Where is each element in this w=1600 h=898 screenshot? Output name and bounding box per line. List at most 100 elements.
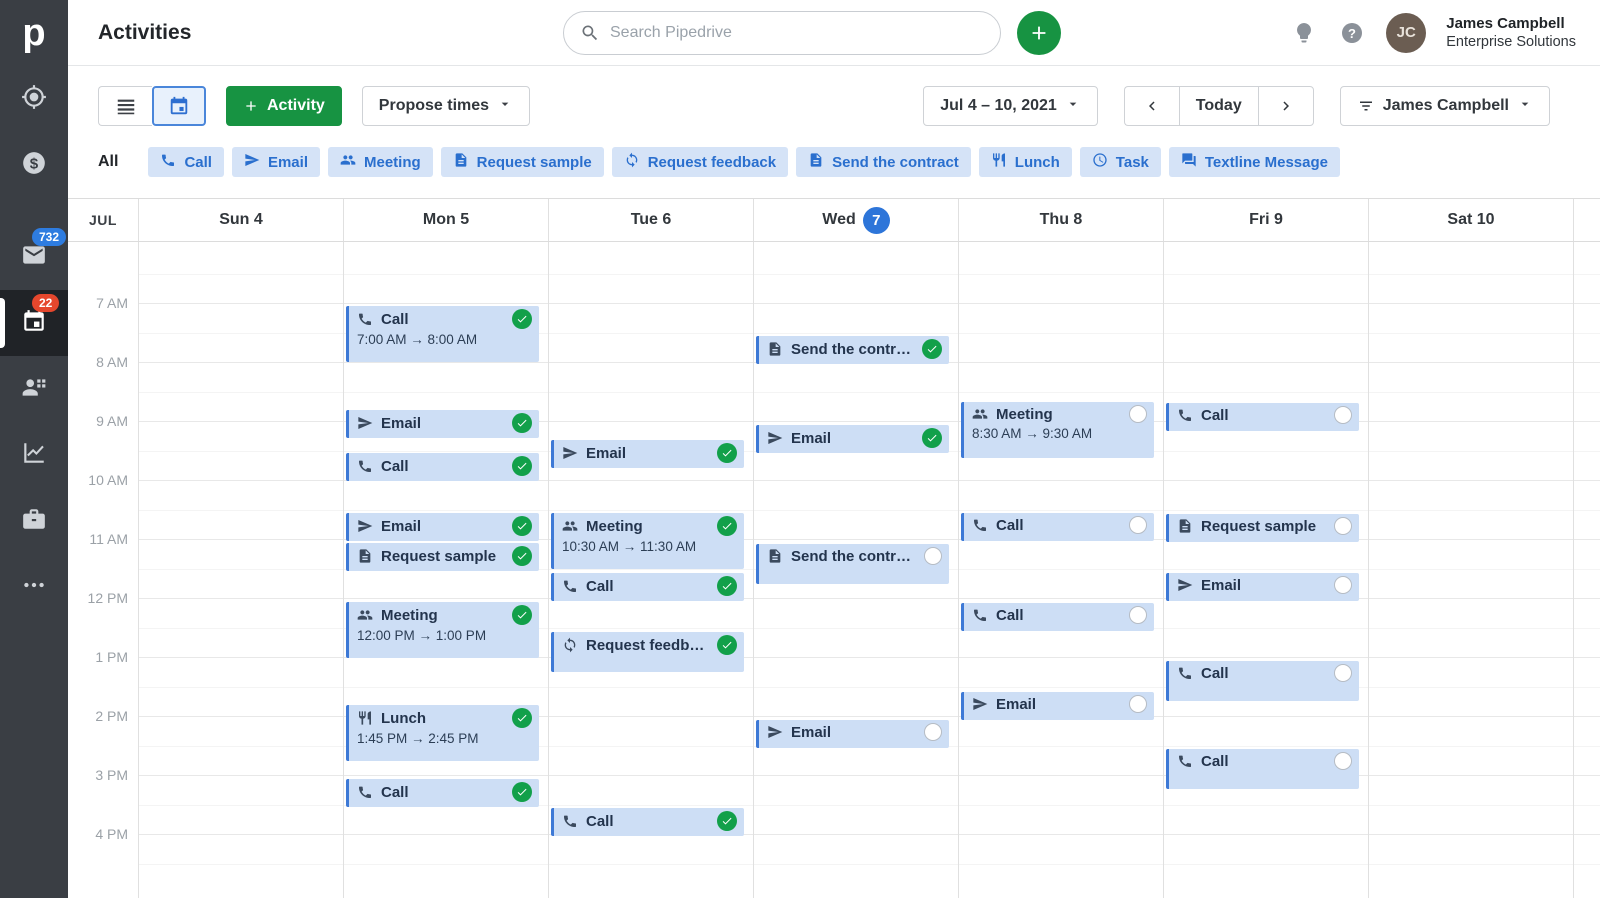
day-header-sun[interactable]: Sun 4 [138,199,343,241]
suggestions-button[interactable] [1290,19,1318,47]
search-input[interactable] [610,24,984,42]
check-circle-icon[interactable] [717,811,737,831]
event-call[interactable]: Call [1166,749,1359,789]
today-button[interactable]: Today [1179,86,1258,126]
day-header-mon[interactable]: Mon 5 [343,199,548,241]
event-meeting[interactable]: Meeting12:00 PM → 1:00 PM [346,602,539,658]
check-circle-icon[interactable] [512,309,532,329]
open-circle-icon[interactable] [1334,664,1352,682]
check-circle-icon[interactable] [512,708,532,728]
day-header-wed[interactable]: Wed7 [753,199,958,241]
event-email[interactable]: Email [551,440,744,468]
check-circle-icon[interactable] [922,428,942,448]
day-header-thu[interactable]: Thu 8 [958,199,1163,241]
open-circle-icon[interactable] [924,547,942,565]
open-circle-icon[interactable] [1129,695,1147,713]
event-email[interactable]: Email [346,513,539,541]
event-request-feedback[interactable]: Request feedback [551,632,744,672]
check-circle-icon[interactable] [717,516,737,536]
open-circle-icon[interactable] [1334,406,1352,424]
event-call[interactable]: Call [346,779,539,807]
event-meeting[interactable]: Meeting10:30 AM → 11:30 AM [551,513,744,569]
event-call[interactable]: Call7:00 AM → 8:00 AM [346,306,539,362]
sidebar-item-target[interactable] [0,66,68,132]
filter-all[interactable]: All [98,153,118,171]
open-circle-icon[interactable] [1129,516,1147,534]
sidebar-item-dollar[interactable]: $ [0,132,68,198]
event-request-sample[interactable]: Request sample [346,543,539,571]
sidebar-item-calendar[interactable]: 22 [0,290,68,356]
search-bar[interactable] [563,11,1001,55]
open-circle-icon[interactable] [1129,405,1147,423]
pipedrive-logo[interactable]: p [0,0,68,66]
open-circle-icon[interactable] [1334,576,1352,594]
open-circle-icon[interactable] [1334,517,1352,535]
user-menu[interactable]: James Campbell Enterprise Solutions [1446,14,1576,52]
event-send-the-contract[interactable]: Send the contract [756,336,949,364]
add-activity-button[interactable]: Activity [226,86,342,126]
event-call[interactable]: Call [961,603,1154,631]
help-button[interactable]: ? [1338,19,1366,47]
event-email[interactable]: Email [756,720,949,748]
list-view-button[interactable] [98,86,152,126]
open-circle-icon[interactable] [1129,606,1147,624]
check-circle-icon[interactable] [717,635,737,655]
event-email[interactable]: Email [961,692,1154,720]
check-circle-icon[interactable] [512,782,532,802]
event-meeting[interactable]: Meeting8:30 AM → 9:30 AM [961,402,1154,458]
owner-filter-button[interactable]: James Campbell [1340,86,1550,126]
sidebar-item-products[interactable] [0,488,68,554]
filter-chip-request-sample[interactable]: Request sample [441,147,604,177]
event-send-the-contract[interactable]: Send the contract [756,544,949,584]
check-circle-icon[interactable] [512,605,532,625]
event-label: Request sample [381,548,504,565]
grid-stub-column [1573,242,1600,898]
prev-week-button[interactable] [1124,86,1179,126]
check-circle-icon[interactable] [512,456,532,476]
event-call[interactable]: Call [1166,661,1359,701]
filter-chip-textline-message[interactable]: Textline Message [1169,147,1340,177]
event-email[interactable]: Email [346,410,539,438]
day-header-sat[interactable]: Sat 10 [1368,199,1573,241]
next-week-button[interactable] [1258,86,1314,126]
event-call[interactable]: Call [551,573,744,601]
check-circle-icon[interactable] [512,413,532,433]
day-header-fri[interactable]: Fri 9 [1163,199,1368,241]
quick-add-button[interactable] [1017,11,1061,55]
date-range-button[interactable]: Jul 4 – 10, 2021 [923,86,1098,126]
event-call[interactable]: Call [1166,403,1359,431]
calendar-view-button[interactable] [152,86,206,126]
filter-chip-call[interactable]: Call [148,147,224,177]
check-circle-icon[interactable] [717,576,737,596]
filter-chip-lunch[interactable]: Lunch [979,147,1072,177]
propose-times-button[interactable]: Propose times [362,86,530,126]
filter-chip-send-the-contract[interactable]: Send the contract [796,147,971,177]
sidebar-spacer [0,198,68,224]
check-circle-icon[interactable] [922,339,942,359]
day-header-tue[interactable]: Tue 6 [548,199,753,241]
sidebar-item-mail[interactable]: 732 [0,224,68,290]
lightbulb-icon [1292,21,1316,45]
event-request-sample[interactable]: Request sample [1166,514,1359,542]
event-email[interactable]: Email [756,425,949,453]
filter-chip-meeting[interactable]: Meeting [328,147,433,177]
avatar[interactable]: JC [1386,13,1426,53]
filter-chip-task[interactable]: Task [1080,147,1161,177]
filter-chip-email[interactable]: Email [232,147,320,177]
open-circle-icon[interactable] [1334,752,1352,770]
event-call[interactable]: Call [551,808,744,836]
check-circle-icon[interactable] [717,443,737,463]
sidebar-item-dots[interactable] [0,554,68,620]
event-call[interactable]: Call [961,513,1154,541]
owner-filter-label: James Campbell [1383,97,1509,115]
check-circle-icon[interactable] [512,516,532,536]
sidebar-item-stats[interactable] [0,422,68,488]
day-column-tue: Email Meeting10:30 AM → 11:30 AM Call Reque… [548,242,753,898]
sidebar-item-contacts[interactable] [0,356,68,422]
filter-chip-request-feedback[interactable]: Request feedback [612,147,788,177]
event-lunch[interactable]: Lunch1:45 PM → 2:45 PM [346,705,539,761]
check-circle-icon[interactable] [512,546,532,566]
open-circle-icon[interactable] [924,723,942,741]
event-call[interactable]: Call [346,453,539,481]
event-email[interactable]: Email [1166,573,1359,601]
